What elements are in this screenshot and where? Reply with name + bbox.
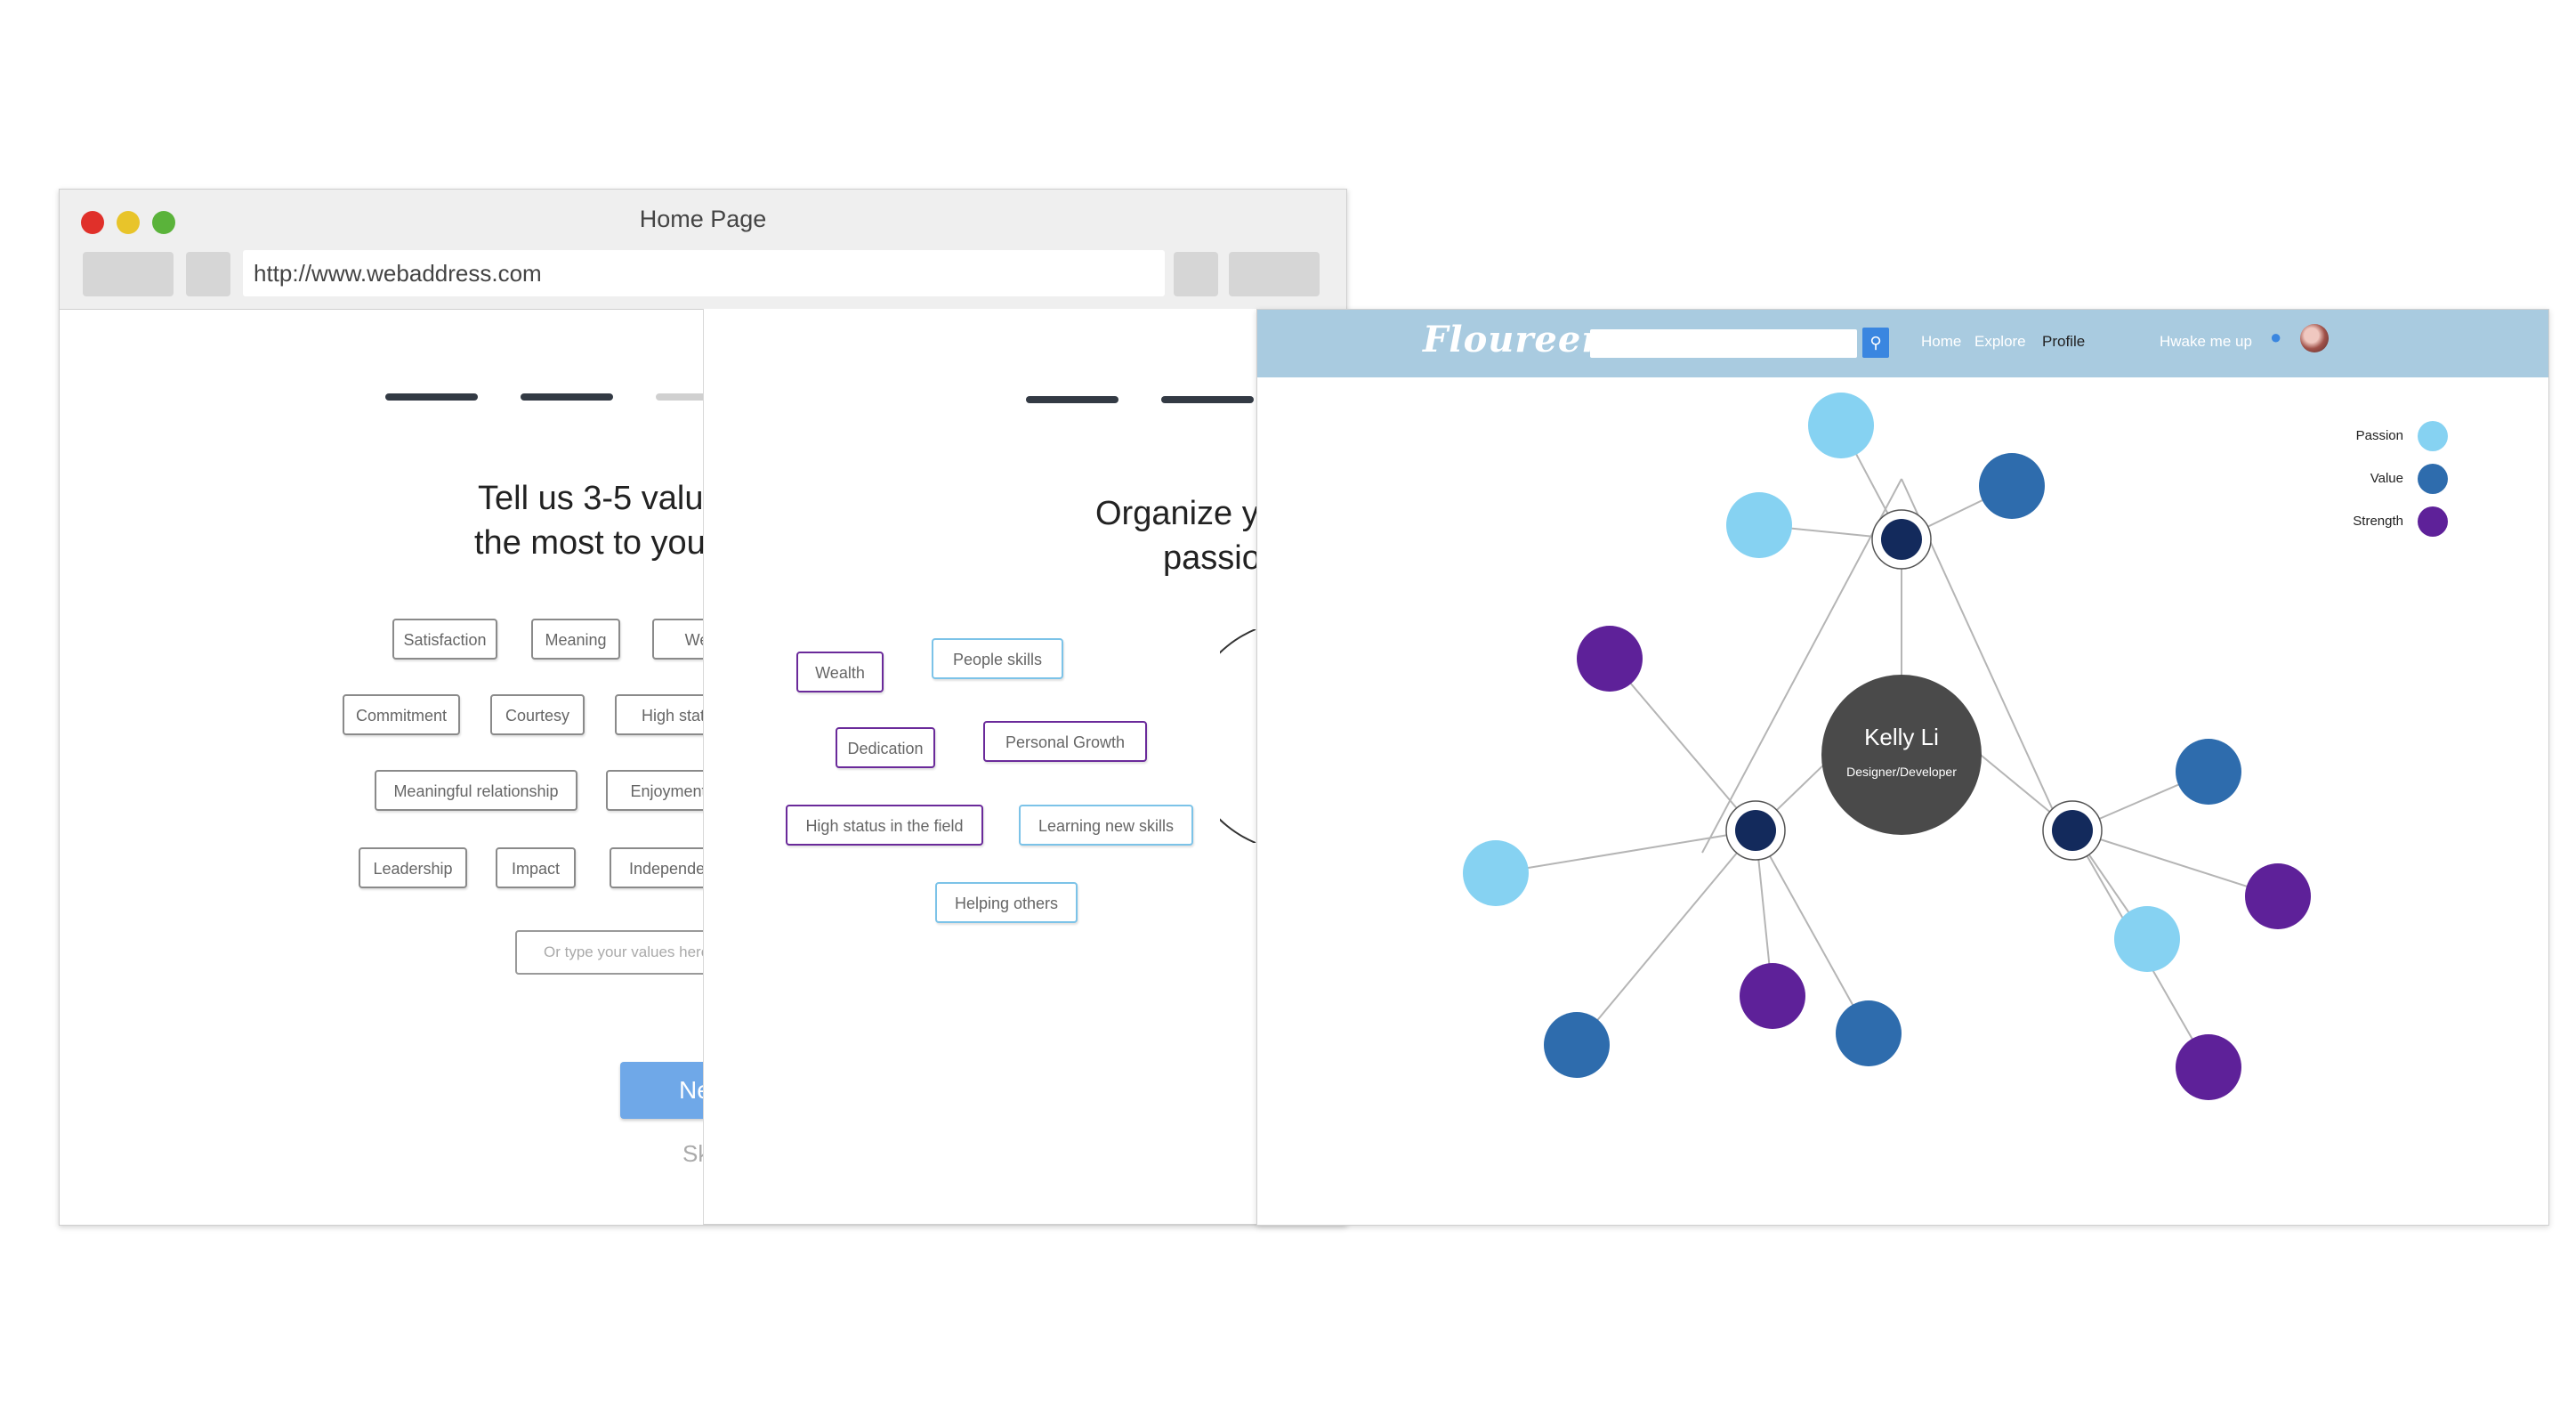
bell-icon[interactable]: ●	[2270, 326, 2281, 349]
passion-node	[1726, 492, 1792, 558]
wake-me-up-link[interactable]: Hwake me up	[2160, 333, 2252, 351]
step2-heading-line1: Organize y	[1095, 495, 1259, 532]
strength-node	[2176, 1034, 2241, 1100]
step1-heading-line2: the most to you	[474, 524, 706, 562]
step1-heading-line1: Tell us 3-5 valu	[478, 480, 704, 517]
value-node	[1836, 1000, 1902, 1066]
avatar[interactable]	[2300, 324, 2329, 352]
passion-node	[1463, 840, 1529, 906]
passion-chip[interactable]: High status in the field	[786, 805, 983, 846]
nav-home[interactable]: Home	[1921, 333, 1961, 351]
progress-step-1	[385, 393, 478, 401]
value-node	[2176, 739, 2241, 805]
brand-logo[interactable]: Floureer	[1423, 319, 1601, 360]
toolbar-button-wide[interactable]	[1229, 252, 1320, 296]
passion-chip[interactable]: Dedication	[836, 727, 935, 768]
value-chip[interactable]: Impact	[496, 847, 576, 888]
strength-node	[1577, 626, 1643, 692]
passion-node	[2114, 906, 2180, 972]
search-input[interactable]	[1590, 329, 1857, 358]
passion-chip[interactable]: Personal Growth	[983, 721, 1147, 762]
user-name: Kelly Li	[1864, 724, 1939, 750]
nav-profile[interactable]: Profile	[2042, 333, 2085, 351]
progress-step-2	[521, 393, 613, 401]
passion-chip[interactable]: Learning new skills	[1019, 805, 1193, 846]
browser-chrome: Home Page http://www.webaddress.com	[60, 190, 1346, 310]
hub-node	[1881, 519, 1922, 560]
value-node	[1979, 453, 2045, 519]
center-user-node	[1821, 675, 1982, 835]
nav-explore[interactable]: Explore	[1974, 333, 2026, 351]
strength-node	[2245, 863, 2311, 929]
window-title: Home Page	[639, 206, 767, 232]
organize-panel: Organize y passio Wealth People skills D…	[703, 309, 1327, 1225]
value-node	[1544, 1012, 1610, 1078]
value-chip[interactable]: Meaningful relationship	[375, 770, 577, 811]
progress-step-1	[1026, 396, 1118, 403]
value-chip[interactable]: Courtesy	[490, 694, 585, 735]
step2-heading-line2: passio	[1163, 539, 1261, 577]
hub-node	[2052, 810, 2093, 851]
value-chip[interactable]: Meaning	[531, 619, 620, 660]
address-bar[interactable]: http://www.webaddress.com	[243, 250, 1165, 296]
top-navbar: Floureer ⚲ Home Explore Profile Hwake me…	[1257, 310, 2548, 377]
value-chip[interactable]: Satisfaction	[392, 619, 497, 660]
value-chip[interactable]: Leadership	[359, 847, 467, 888]
strength-node	[1740, 963, 1805, 1029]
profile-network-graph: Kelly Li Designer/Developer	[1463, 393, 2311, 1100]
back-button[interactable]	[83, 252, 174, 296]
passion-chip[interactable]: Wealth	[796, 652, 884, 692]
search-icon[interactable]: ⚲	[1862, 328, 1889, 358]
passion-chip[interactable]: Helping others	[935, 882, 1078, 923]
progress-step-2	[1161, 396, 1254, 403]
toolbar-button[interactable]	[1174, 252, 1218, 296]
passion-node	[1808, 393, 1874, 458]
forward-button[interactable]	[186, 252, 230, 296]
profile-panel: Floureer ⚲ Home Explore Profile Hwake me…	[1256, 309, 2549, 1226]
user-role: Designer/Developer	[1846, 765, 1957, 779]
passion-chip[interactable]: People skills	[932, 638, 1063, 679]
value-chip[interactable]: Commitment	[343, 694, 460, 735]
hub-node	[1735, 810, 1776, 851]
